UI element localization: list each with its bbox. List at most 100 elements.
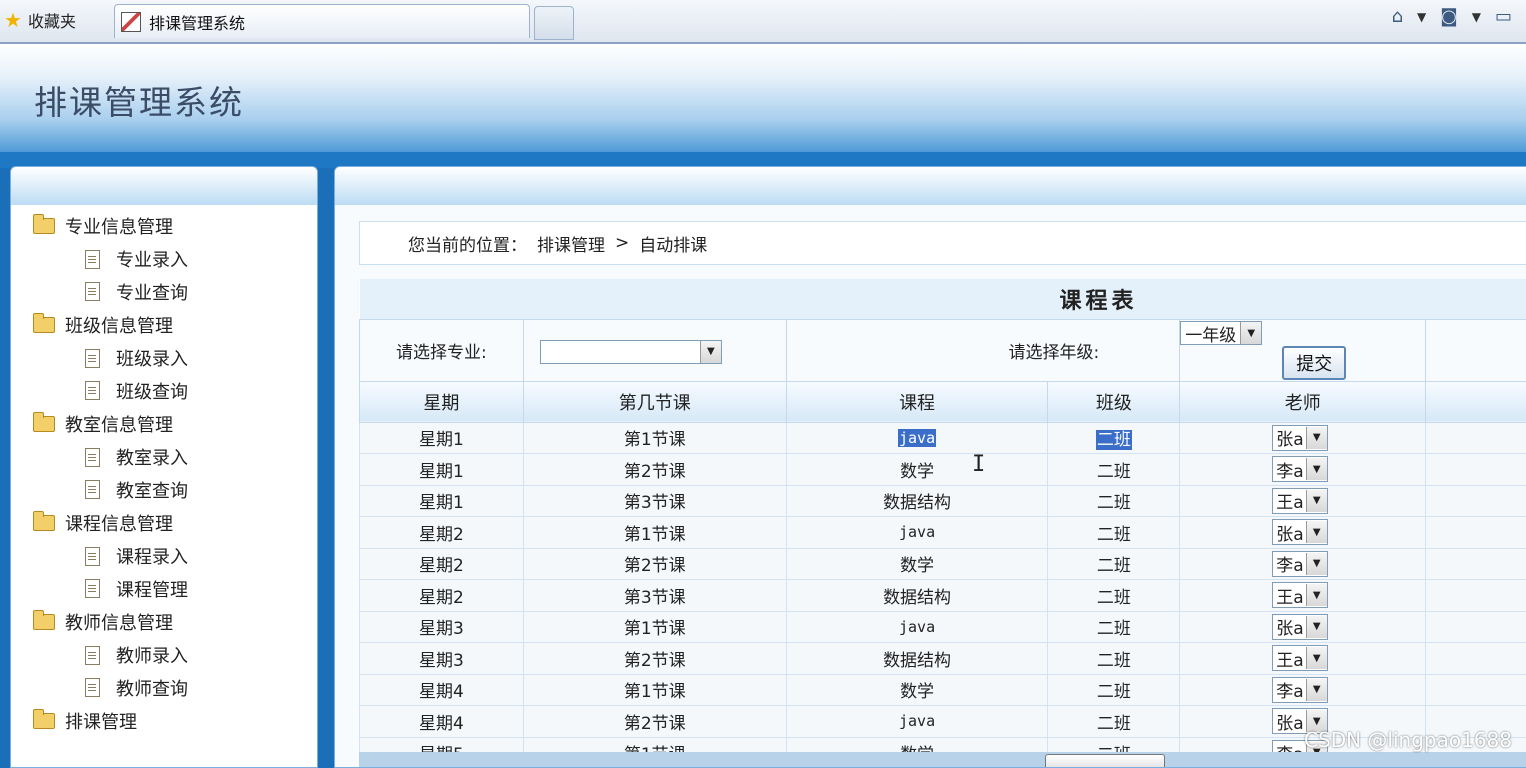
period-value-cell: 第3节课 <box>523 485 786 517</box>
sidebar-item-classroom-entry[interactable]: 教室录入 <box>33 441 317 474</box>
day-value: 星期2 <box>419 556 464 576</box>
major-select[interactable]: ▼ <box>540 340 722 364</box>
teacher-select[interactable]: 张a▼ <box>1272 614 1327 640</box>
sidebar-item-teacher-entry[interactable]: 教师录入 <box>33 639 317 672</box>
chevron-down-icon[interactable]: ▼ <box>1306 521 1327 543</box>
teacher-cell: 王a▼ <box>1180 643 1426 675</box>
schedule-table: 课程表 请选择专业: ▼ 请选择年级: 一年级 ▼ 提交 星期 第几节课 <box>359 279 1526 768</box>
sidebar-item-classroom-query[interactable]: 教室查询 <box>33 474 317 507</box>
favorites-button[interactable]: ★ 收藏夹 <box>4 8 76 32</box>
group-label: 教室信息管理 <box>65 411 173 437</box>
chevron-down-icon[interactable]: ▼ <box>1306 427 1327 449</box>
table-caption: 课程表 <box>360 279 1526 320</box>
course-value-cell: java <box>786 611 1048 643</box>
new-tab-button[interactable] <box>534 6 574 40</box>
breadcrumb-prefix: 您当前的位置： <box>408 231 527 256</box>
day-value-cell: 星期4 <box>360 674 524 706</box>
chevron-down-icon[interactable]: ▼ <box>1472 10 1481 24</box>
chevron-down-icon[interactable]: ▼ <box>1417 10 1426 24</box>
breadcrumb-level2: 自动排课 <box>639 231 707 256</box>
chevron-down-icon[interactable]: ▼ <box>1306 490 1327 512</box>
chevron-down-icon[interactable]: ▼ <box>1306 616 1327 638</box>
teacher-select[interactable]: 王a▼ <box>1272 582 1327 608</box>
grade-select[interactable]: 一年级 ▼ <box>1180 321 1262 345</box>
table-row: 星期2 第3节课 数据结构 二班 王a▼ <box>360 580 1526 612</box>
teacher-select[interactable]: 张a▼ <box>1272 519 1327 545</box>
sidebar-item-class-entry[interactable]: 班级录入 <box>33 342 317 375</box>
day-value: 星期2 <box>419 588 464 608</box>
teacher-select[interactable]: 王a▼ <box>1272 645 1327 671</box>
period-value: 第3节课 <box>624 588 686 608</box>
period-value-cell: 第2节课 <box>523 706 786 738</box>
footer-button[interactable] <box>1045 754 1165 768</box>
extra-cell <box>1426 485 1526 517</box>
extra-cell <box>1426 580 1526 612</box>
chevron-down-icon[interactable]: ▼ <box>1306 458 1327 480</box>
group-label: 课程信息管理 <box>65 510 173 536</box>
table-footer <box>359 752 1526 768</box>
sidebar-group-course[interactable]: 课程信息管理 <box>33 506 317 540</box>
teacher-select[interactable]: 李a▼ <box>1272 456 1327 482</box>
browser-tab[interactable]: 排课管理系统 <box>114 4 530 38</box>
day-value: 星期4 <box>419 682 464 702</box>
period-value-cell: 第1节课 <box>523 611 786 643</box>
extra-cell <box>1426 548 1526 580</box>
extra-cell <box>1426 674 1526 706</box>
teacher-select-value: 张a <box>1273 614 1305 639</box>
chevron-down-icon[interactable]: ▼ <box>700 341 721 363</box>
table-row: 星期2第2节课数学二班李a▼ <box>360 548 1526 580</box>
course-value: 数据结构 <box>883 588 951 608</box>
course-value-cell: java <box>786 517 1048 549</box>
chevron-down-icon[interactable]: ▼ <box>1306 553 1327 575</box>
rss-feed-icon[interactable]: ◙ <box>1440 6 1457 27</box>
sidebar-header <box>11 167 317 205</box>
sidebar-item-major-query[interactable]: 专业查询 <box>33 276 317 309</box>
submit-button[interactable]: 提交 <box>1282 346 1346 380</box>
extra-cell <box>1426 454 1526 486</box>
teacher-select-value: 王a <box>1273 488 1305 513</box>
chevron-down-icon[interactable]: ▼ <box>1306 647 1327 669</box>
grade-select-cell: 一年级 ▼ 提交 <box>1180 320 1426 382</box>
day-value-cell: 星期4 <box>360 706 524 738</box>
group-label: 排课管理 <box>65 708 137 734</box>
table-row: 星期3 第1节课 java 二班 张a▼ <box>360 611 1526 643</box>
sidebar-group-class[interactable]: 班级信息管理 <box>33 308 317 342</box>
mail-icon[interactable]: ▭ <box>1495 6 1512 27</box>
breadcrumb-level1[interactable]: 排课管理 <box>537 231 605 256</box>
sidebar-group-major[interactable]: 专业信息管理 <box>33 209 317 243</box>
teacher-select-value: 李a <box>1273 677 1305 702</box>
chevron-down-icon[interactable]: ▼ <box>1240 322 1261 344</box>
teacher-select[interactable]: 李a▼ <box>1272 677 1327 703</box>
sidebar-item-class-query[interactable]: 班级查询 <box>33 375 317 408</box>
teacher-cell: 李a▼ <box>1180 674 1426 706</box>
home-icon[interactable]: ⌂ <box>1392 6 1403 27</box>
course-value: java <box>899 618 935 636</box>
breadcrumb-separator: > <box>615 233 629 253</box>
sidebar-item-course-manage[interactable]: 课程管理 <box>33 573 317 606</box>
class-value: 二班 <box>1097 588 1131 608</box>
class-value-cell: 二班 <box>1048 611 1180 643</box>
sidebar-item-course-entry[interactable]: 课程录入 <box>33 540 317 573</box>
period-value: 第1节课 <box>624 430 686 450</box>
sidebar-group-scheduling[interactable]: 排课管理 <box>33 704 317 738</box>
day-value: 星期4 <box>419 714 464 734</box>
teacher-select[interactable]: 张a▼ <box>1272 425 1327 451</box>
extra-cell <box>1426 422 1526 454</box>
day-value: 星期3 <box>419 619 464 639</box>
sidebar-item-major-entry[interactable]: 专业录入 <box>33 243 317 276</box>
course-value: java <box>899 523 935 541</box>
document-icon <box>85 547 100 566</box>
sidebar-group-teacher[interactable]: 教师信息管理 <box>33 605 317 639</box>
table-row: 星期4第1节课数学二班李a▼ <box>360 674 1526 706</box>
course-value: 数据结构 <box>883 651 951 671</box>
chevron-down-icon[interactable]: ▼ <box>1306 679 1327 701</box>
schedule-rows: 星期1第1节课java二班张a▼星期1第2节课数学二班李a▼星期1第3节课数据结… <box>360 422 1526 768</box>
chevron-down-icon[interactable]: ▼ <box>1306 584 1327 606</box>
teacher-select[interactable]: 李a▼ <box>1272 551 1327 577</box>
sidebar-item-teacher-query[interactable]: 教师查询 <box>33 672 317 705</box>
sidebar-group-classroom[interactable]: 教室信息管理 <box>33 407 317 441</box>
teacher-select[interactable]: 王a▼ <box>1272 488 1327 514</box>
table-header-row: 星期 第几节课 课程 班级 老师 <box>360 381 1526 422</box>
document-icon <box>85 579 100 598</box>
teacher-cell: 王a▼ <box>1180 485 1426 517</box>
